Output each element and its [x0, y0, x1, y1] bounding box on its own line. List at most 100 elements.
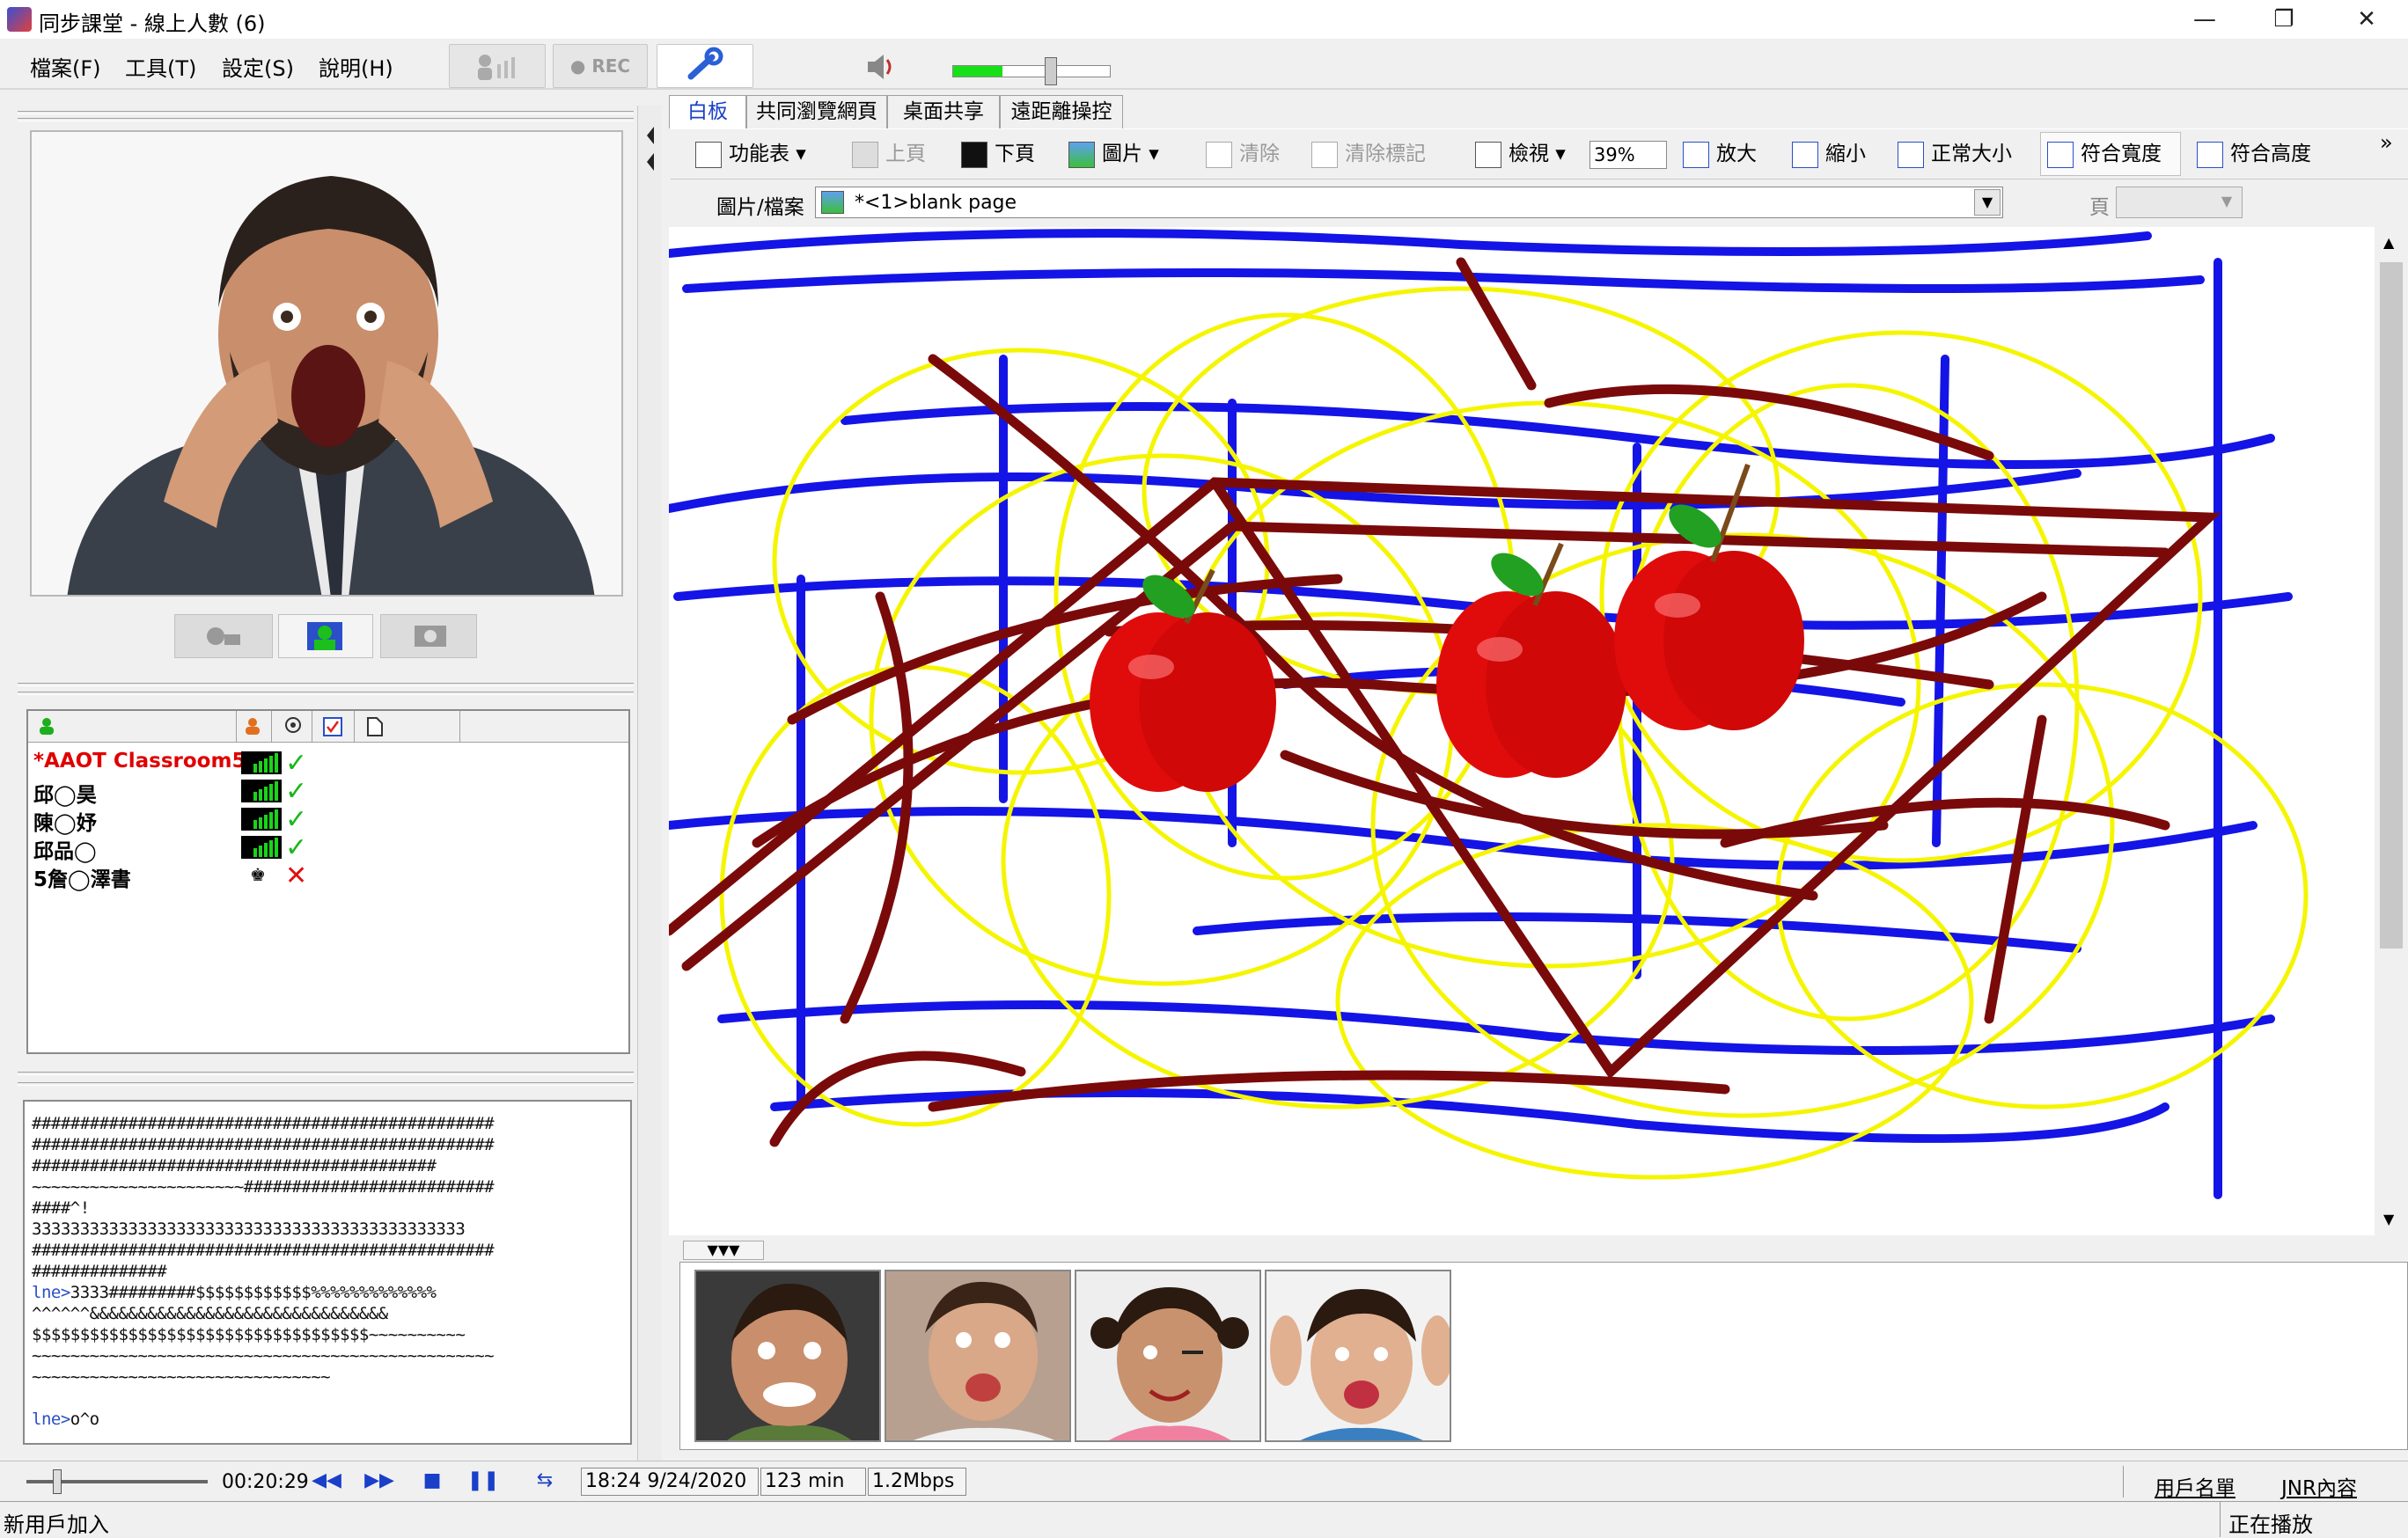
- chat-line: ##############: [32, 1262, 167, 1281]
- speaker-user-icon[interactable]: [243, 716, 262, 736]
- zoom-input[interactable]: 39%: [1589, 141, 1667, 169]
- divider: [2220, 1502, 2221, 1537]
- next-page-button[interactable]: 下頁: [961, 139, 1035, 169]
- student-video[interactable]: [885, 1270, 1071, 1442]
- app-icon: [7, 7, 32, 32]
- image-button[interactable]: 圖片 ▾: [1068, 139, 1159, 169]
- chat-line: lne>3333#########$$$$$$$$$$$$%%%%%%%%%%%…: [32, 1283, 437, 1302]
- menu-tools[interactable]: 工具(T): [125, 51, 196, 82]
- rewind-button[interactable]: ◀◀: [306, 1468, 347, 1494]
- fast-forward-button[interactable]: ▶▶: [359, 1468, 400, 1494]
- student-face-image: [1076, 1271, 1259, 1440]
- menu-settings[interactable]: 設定(S): [222, 51, 294, 82]
- settings-wrench-button[interactable]: [657, 44, 753, 88]
- user-row[interactable]: 5詹◯澤書: [33, 862, 131, 891]
- user-column-icon[interactable]: [37, 716, 56, 736]
- jnr-content-link[interactable]: JNR內容: [2281, 1471, 2357, 1501]
- teacher-video: [30, 130, 623, 597]
- camera-button[interactable]: [380, 614, 477, 658]
- student-video-strip: [679, 1262, 2408, 1450]
- chat-log[interactable]: ########################################…: [23, 1100, 632, 1445]
- user-list-header: [28, 711, 628, 743]
- camera-icon: [415, 626, 446, 647]
- panel-splitter[interactable]: [637, 106, 662, 1461]
- online-check-icon: ✓: [285, 832, 308, 863]
- fit-width-button[interactable]: 符合寬度: [2047, 139, 2162, 169]
- file-select[interactable]: *<1>blank page ▼: [815, 187, 2003, 218]
- student-video[interactable]: [694, 1270, 881, 1442]
- clear-label: 清除: [1239, 143, 1280, 165]
- function-menu-button[interactable]: 功能表 ▾: [695, 139, 806, 169]
- restore-button[interactable]: ❐: [2244, 0, 2324, 39]
- scroll-down-icon[interactable]: ▼: [2383, 1211, 2394, 1227]
- dropdown-arrow-icon[interactable]: ▼: [1974, 189, 2001, 216]
- tab-desktop-share[interactable]: 桌面共享: [887, 95, 1000, 128]
- fit-height-button[interactable]: 符合高度: [2197, 139, 2311, 169]
- panel-divider: [18, 1072, 634, 1075]
- menu-help[interactable]: 說明(H): [319, 51, 393, 82]
- student-video[interactable]: [1265, 1270, 1451, 1442]
- offline-x-icon: ✕: [285, 861, 308, 891]
- camera-off-button[interactable]: [174, 614, 273, 658]
- calendar-check-icon[interactable]: [322, 714, 343, 737]
- tab-cobrowse[interactable]: 共同瀏覽網頁: [746, 95, 887, 128]
- divider: [2123, 1466, 2124, 1498]
- user-row[interactable]: 陳◯妤: [33, 806, 97, 835]
- document-icon[interactable]: [366, 716, 384, 737]
- seek-thumb[interactable]: [53, 1469, 62, 1494]
- collapse-arrows-icon[interactable]: [643, 123, 657, 185]
- clear-marks-button[interactable]: 清除標記: [1311, 139, 1426, 169]
- student-video[interactable]: [1075, 1270, 1261, 1442]
- rec-button[interactable]: ● REC: [553, 44, 648, 88]
- tab-whiteboard[interactable]: 白板: [669, 95, 746, 128]
- zoom-out-icon: [1792, 141, 1818, 168]
- minimize-button[interactable]: —: [2165, 0, 2244, 39]
- normal-size-button[interactable]: 正常大小: [1898, 139, 2012, 169]
- thumb-toggle-button[interactable]: ▼▼▼: [683, 1241, 764, 1260]
- webcam-icon[interactable]: [283, 716, 303, 736]
- mic-bars-button[interactable]: [449, 44, 546, 88]
- page-select[interactable]: ▼: [2116, 187, 2243, 218]
- mic-bars-icon: [478, 55, 515, 80]
- volume-slider[interactable]: [952, 57, 1111, 85]
- pause-button[interactable]: ❚❚: [463, 1468, 503, 1494]
- zoom-in-button[interactable]: 放大: [1683, 139, 1757, 169]
- user-row[interactable]: 邱品◯: [33, 834, 97, 863]
- volume-thumb[interactable]: [1045, 57, 1057, 85]
- loop-button[interactable]: ⇆: [525, 1468, 565, 1494]
- column-divider: [236, 711, 237, 743]
- canvas-vertical-scrollbar[interactable]: ▲ ▼: [2375, 227, 2408, 1235]
- speaker-icon[interactable]: [863, 49, 898, 84]
- tab-remote-control[interactable]: 遠距離操控: [1000, 95, 1123, 128]
- chat-prefix: lne>: [32, 1410, 70, 1429]
- user-roster-link[interactable]: 用戶名單: [2155, 1471, 2235, 1501]
- online-check-icon: ✓: [285, 776, 308, 807]
- chat-line: ########################################…: [32, 1241, 495, 1260]
- user-row[interactable]: 邱◯昊: [33, 778, 97, 807]
- chat-prefix: lne>: [32, 1283, 70, 1302]
- chat-line: lne>o^o: [32, 1410, 99, 1429]
- toolbar-overflow-icon[interactable]: »: [2380, 130, 2393, 155]
- chat-line: ~~~~~~~~~~~~~~~~~~~~~~~~~~~~~~~: [32, 1367, 331, 1387]
- camera-off-icon: [207, 627, 240, 645]
- next-page-label: 下頁: [995, 143, 1035, 165]
- view-button[interactable]: 檢視 ▾: [1475, 139, 1566, 169]
- close-button[interactable]: ✕: [2327, 0, 2406, 39]
- clear-button[interactable]: 清除: [1206, 139, 1280, 169]
- scroll-thumb[interactable]: [2380, 262, 2403, 948]
- chat-line: ########################################…: [32, 1156, 437, 1175]
- page-dropdown-icon[interactable]: ▼: [2213, 189, 2240, 216]
- panel-divider: [18, 1082, 634, 1086]
- whiteboard-canvas[interactable]: [669, 227, 2375, 1235]
- online-check-icon: ✓: [285, 804, 308, 835]
- zoom-in-label: 放大: [1716, 143, 1757, 165]
- zoom-out-button[interactable]: 縮小: [1792, 139, 1866, 169]
- seek-slider[interactable]: [26, 1469, 208, 1494]
- scroll-up-icon[interactable]: ▲: [2383, 234, 2394, 251]
- prev-page-button[interactable]: 上頁: [852, 139, 926, 169]
- recording-datetime: 18:24 9/24/2020: [581, 1468, 759, 1496]
- menu-file[interactable]: 檔案(F): [30, 51, 101, 82]
- users-view-button[interactable]: [278, 614, 373, 658]
- user-row[interactable]: *AAOT Classroom5: [33, 750, 246, 778]
- stop-button[interactable]: ■: [412, 1468, 452, 1494]
